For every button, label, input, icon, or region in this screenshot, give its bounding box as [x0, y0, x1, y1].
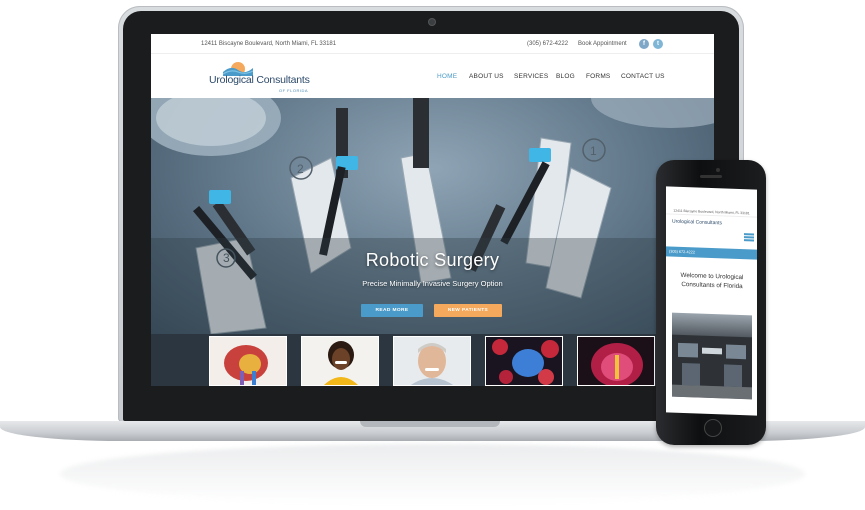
cells-illustration	[492, 339, 559, 385]
patient-man-tile[interactable]	[393, 336, 471, 386]
nav-home[interactable]: HOME	[437, 73, 457, 80]
phone-home-button[interactable]	[704, 419, 722, 437]
site-logo[interactable]: Urological Consultants OF FLORIDA	[209, 60, 319, 93]
kidney-anatomy-tile[interactable]	[209, 336, 287, 386]
mobile-phone-bar: (305) 672-4222	[666, 246, 757, 260]
facebook-icon[interactable]: f	[639, 39, 649, 49]
hero-title: Robotic Surgery	[365, 250, 500, 270]
twitter-icon[interactable]: t	[653, 39, 663, 49]
bladder-anatomy-tile[interactable]	[577, 336, 655, 386]
laptop-notch	[360, 421, 500, 427]
hero-banner: 2 1 3 Robotic Surgery Precise Minimally …	[151, 98, 714, 334]
smiling-woman-photo	[324, 341, 358, 385]
nav-blog[interactable]: BLOG	[556, 73, 575, 80]
smiling-man-photo	[411, 343, 453, 385]
robotic-surgery-image: 2 1 3	[151, 98, 714, 334]
device-mockup: 12411 Biscayne Boulevard, North Miami, F…	[0, 0, 865, 510]
office-building-photo	[672, 312, 752, 400]
service-tiles	[151, 334, 714, 386]
building-image	[672, 334, 752, 400]
phone-camera	[716, 168, 720, 172]
mobile-phone-link[interactable]: (305) 672-4222	[669, 250, 695, 255]
nav-services[interactable]: SERVICES	[514, 73, 548, 80]
kidney-icon	[224, 345, 268, 385]
book-appointment-link[interactable]: Book Appointment	[578, 41, 627, 47]
nav-contact-us[interactable]: CONTACT US	[621, 73, 665, 80]
laptop-screen: 12411 Biscayne Boulevard, North Miami, F…	[151, 34, 714, 386]
top-info-bar: 12411 Biscayne Boulevard, North Miami, F…	[151, 34, 714, 54]
read-more-button[interactable]: READ MORE	[361, 304, 423, 317]
hero-subtitle: Precise Minimally Invasive Surgery Optio…	[362, 279, 503, 288]
hamburger-menu-icon[interactable]	[744, 233, 754, 242]
phone-speaker	[700, 175, 722, 178]
address-text: 12411 Biscayne Boulevard, North Miami, F…	[201, 41, 337, 47]
logo-title: Urological Consultants	[209, 74, 310, 86]
mobile-logo[interactable]: Urological Consultants	[672, 219, 722, 227]
laptop-camera	[429, 19, 435, 25]
bladder-illustration	[591, 343, 643, 385]
phone-link[interactable]: (305) 672-4222	[527, 41, 568, 47]
svg-text:2: 2	[297, 162, 304, 176]
mobile-address-bar: 12411 Biscayne Boulevard, North Miami, F…	[666, 206, 757, 218]
svg-text:1: 1	[590, 144, 597, 158]
site-header: Urological Consultants OF FLORIDA HOME A…	[151, 54, 714, 98]
nav-forms[interactable]: FORMS	[586, 73, 610, 80]
phone-screen: 12411 Biscayne Boulevard, North Miami, F…	[666, 186, 757, 416]
mobile-welcome-heading: Welcome to Urological Consultants of Flo…	[680, 271, 744, 291]
laptop-reflection	[60, 444, 805, 504]
logo-subtitle: OF FLORIDA	[279, 88, 309, 93]
new-patients-button[interactable]: NEW PATIENTS	[434, 304, 502, 317]
kidney-cells-tile[interactable]	[485, 336, 563, 386]
patient-woman-tile[interactable]	[301, 336, 379, 386]
nav-about-us[interactable]: ABOUT US	[469, 73, 504, 80]
